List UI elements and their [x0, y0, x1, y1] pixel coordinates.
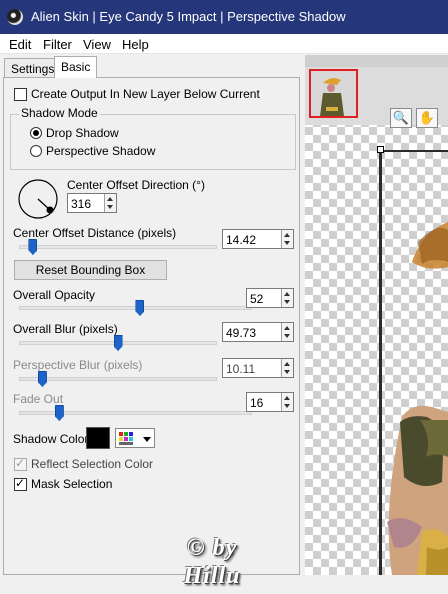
fade-out-value: 16	[250, 396, 264, 410]
reflect-selection-label: Reflect Selection Color	[31, 457, 154, 471]
zoom-tool-button[interactable]: 🔍	[390, 108, 412, 128]
perspective-blur-stepper: 10.11	[222, 358, 294, 378]
perspective-shadow-label: Perspective Shadow	[46, 144, 156, 158]
app-icon	[7, 9, 23, 25]
fade-out-track[interactable]	[19, 411, 252, 415]
color-palette-button[interactable]	[115, 428, 155, 448]
settings-panel: Settings Basic Create Output In New Laye…	[0, 55, 304, 589]
zoom-icon: 🔍	[392, 110, 410, 125]
drop-shadow-label: Drop Shadow	[46, 126, 119, 140]
fade-out-stepper[interactable]: 16	[246, 392, 294, 412]
direction-dial[interactable]	[17, 178, 59, 220]
preview-pane[interactable]: 🔍 ✋	[305, 55, 448, 575]
chevron-down-icon	[143, 437, 151, 442]
perspective-blur-label: Perspective Blur (pixels)	[13, 358, 143, 372]
shadow-mode-group	[10, 114, 296, 170]
hand-tool-button[interactable]: ✋	[416, 108, 438, 128]
menu-view[interactable]: View	[83, 37, 111, 52]
perspective-shadow-radio[interactable]	[30, 145, 42, 157]
spin-down-icon[interactable]	[284, 241, 290, 245]
center-offset-distance-slider[interactable]	[28, 239, 38, 255]
spin-down-icon[interactable]	[284, 404, 290, 408]
blur-value: 49.73	[226, 326, 257, 340]
menu-edit[interactable]: Edit	[9, 37, 31, 52]
overall-opacity-stepper[interactable]: 52	[246, 288, 294, 308]
tab-basic[interactable]: Basic	[54, 56, 98, 78]
spin-up-icon[interactable]	[284, 292, 290, 296]
watermark-line2: Hillu	[183, 563, 241, 589]
distance-value: 14.42	[226, 233, 257, 247]
shadow-color-label: Shadow Color	[13, 432, 89, 446]
spin-down-icon[interactable]	[107, 205, 113, 209]
navigator-thumbnail[interactable]	[309, 69, 358, 118]
reset-bounding-box-button[interactable]: Reset Bounding Box	[14, 260, 167, 280]
spin-down-icon[interactable]	[284, 334, 290, 338]
spin-down-icon	[284, 370, 290, 374]
navigator-strip: 🔍 ✋	[305, 55, 448, 128]
spin-up-icon	[284, 362, 290, 366]
window-title: Alien Skin | Eye Candy 5 Impact | Perspe…	[31, 9, 346, 24]
menu-help[interactable]: Help	[122, 37, 149, 52]
watermark: © by Hillu	[172, 534, 252, 594]
dial-handle	[46, 206, 54, 214]
navigator-bar	[305, 55, 448, 67]
opacity-value: 52	[250, 292, 264, 306]
thumbnail-figure	[311, 71, 356, 116]
title-bar: Alien Skin | Eye Candy 5 Impact | Perspe…	[0, 0, 448, 34]
center-offset-direction-label: Center Offset Direction (°)	[67, 178, 205, 192]
spin-up-icon[interactable]	[284, 326, 290, 330]
menu-bar: Edit Filter View Help	[0, 34, 448, 54]
perspective-blur-track	[19, 377, 217, 381]
shadow-mode-title: Shadow Mode	[19, 106, 100, 120]
tab-settings[interactable]: Settings	[4, 58, 62, 78]
center-offset-direction-stepper[interactable]: 316	[67, 193, 117, 213]
mask-selection-label: Mask Selection	[31, 477, 113, 491]
drop-shadow-radio[interactable]	[30, 127, 42, 139]
fade-out-label: Fade Out	[13, 392, 64, 406]
overall-blur-stepper[interactable]: 49.73	[222, 322, 294, 342]
mask-selection-checkbox[interactable]	[14, 476, 27, 491]
watermark-line1: © by	[186, 535, 238, 561]
preview-image	[387, 222, 448, 575]
overall-blur-slider[interactable]	[113, 335, 123, 351]
menu-filter[interactable]: Filter	[43, 37, 72, 52]
create-output-label: Create Output In New Layer Below Current	[31, 87, 260, 101]
hand-icon: ✋	[418, 110, 436, 125]
spin-down-icon[interactable]	[284, 300, 290, 304]
create-output-checkbox[interactable]	[14, 88, 27, 101]
perspective-blur-slider	[37, 371, 47, 387]
overall-blur-label: Overall Blur (pixels)	[13, 322, 118, 336]
direction-value: 316	[71, 197, 92, 211]
perspective-blur-value: 10.11	[226, 362, 256, 376]
spin-up-icon[interactable]	[284, 396, 290, 400]
fade-out-slider[interactable]	[54, 405, 64, 421]
center-offset-distance-stepper[interactable]: 14.42	[222, 229, 294, 249]
reflect-selection-checkbox	[14, 456, 27, 471]
shadow-color-swatch[interactable]	[86, 427, 110, 449]
basic-tab-page: Create Output In New Layer Below Current…	[3, 77, 300, 589]
center-offset-distance-label: Center Offset Distance (pixels)	[13, 226, 177, 240]
overall-opacity-slider[interactable]	[135, 300, 145, 316]
spin-up-icon[interactable]	[284, 233, 290, 237]
spin-up-icon[interactable]	[107, 197, 113, 201]
center-offset-distance-track[interactable]	[19, 245, 217, 249]
color-palette-icon	[119, 432, 133, 445]
overall-opacity-label: Overall Opacity	[13, 288, 96, 302]
